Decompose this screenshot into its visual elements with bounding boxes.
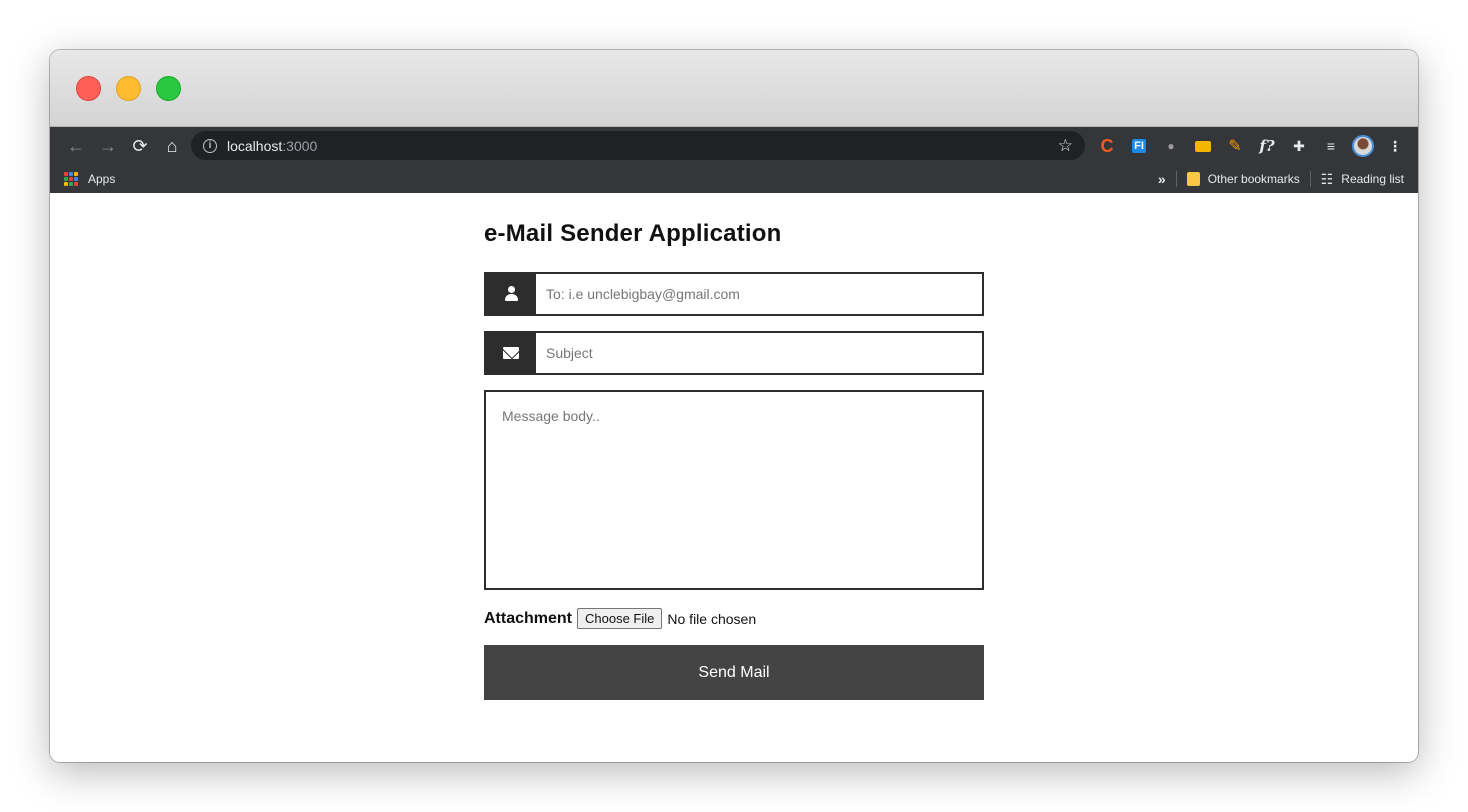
subject-field-group <box>484 331 984 375</box>
address-port: :3000 <box>282 137 318 154</box>
browser-menu-icon[interactable]: ⋮ <box>1382 133 1408 159</box>
extensions-puzzle-icon[interactable]: ✚ <box>1286 133 1312 159</box>
bookmarks-right: » Other bookmarks ☷ Reading list <box>1158 165 1404 193</box>
address-bar[interactable]: i localhost:3000 ☆ <box>191 131 1085 160</box>
ext-font-question-icon[interactable]: f? <box>1254 133 1280 159</box>
ext-folder-icon[interactable] <box>1190 133 1216 159</box>
message-body-textarea[interactable] <box>484 390 984 590</box>
address-host: localhost <box>227 137 283 154</box>
folder-icon <box>1186 172 1200 186</box>
send-mail-button[interactable]: Send Mail <box>484 645 984 700</box>
media-queue-icon[interactable]: ≡ <box>1318 133 1344 159</box>
subject-input[interactable] <box>536 333 982 373</box>
maximize-window-button[interactable] <box>156 76 181 101</box>
ext-c-icon[interactable]: C <box>1094 133 1120 159</box>
envelope-icon <box>486 333 536 373</box>
profile-avatar[interactable] <box>1350 133 1376 159</box>
bookmark-apps[interactable]: Apps <box>64 172 115 186</box>
extensions-area: C FI ● ✎ f? ✚ ≡ ⋮ <box>1094 127 1408 165</box>
apps-grid-icon <box>64 172 78 186</box>
bookmarks-bar: Apps » Other bookmarks ☷ Reading list <box>50 165 1418 193</box>
browser-window: ← → ⟳ ⌂ i localhost:3000 ☆ C FI ● ✎ f? ✚… <box>50 50 1418 762</box>
to-field-group <box>484 272 984 316</box>
ext-pencil-icon[interactable]: ✎ <box>1222 133 1248 159</box>
forward-icon[interactable]: → <box>92 130 124 162</box>
bookmark-star-icon[interactable]: ☆ <box>1058 136 1073 156</box>
title-bar <box>50 50 1418 127</box>
reading-list[interactable]: ☷ Reading list <box>1321 171 1404 188</box>
user-icon <box>486 274 536 314</box>
browser-toolbar: ← → ⟳ ⌂ i localhost:3000 ☆ C FI ● ✎ f? ✚… <box>50 127 1418 165</box>
choose-file-button[interactable]: Choose File <box>577 608 663 629</box>
minimize-window-button[interactable] <box>116 76 141 101</box>
reading-list-icon: ☷ <box>1320 170 1334 187</box>
other-bookmarks[interactable]: Other bookmarks <box>1186 172 1300 186</box>
page-content: e-Mail Sender Application Attachment Cho… <box>50 196 1418 762</box>
reading-list-label: Reading list <box>1341 172 1404 186</box>
attachment-label: Attachment <box>484 609 573 627</box>
attachment-row: Attachment Choose File No file chosen <box>484 608 984 629</box>
file-status-text: No file chosen <box>667 610 757 627</box>
other-bookmarks-label: Other bookmarks <box>1207 172 1300 186</box>
email-form: e-Mail Sender Application Attachment Cho… <box>484 196 984 700</box>
bookmarks-separator <box>1309 171 1311 187</box>
site-info-icon[interactable]: i <box>203 138 217 153</box>
close-window-button[interactable] <box>76 76 101 101</box>
ext-mouse-icon[interactable]: ● <box>1158 133 1184 159</box>
bookmarks-overflow-icon[interactable]: » <box>1158 171 1166 187</box>
ext-fi-icon[interactable]: FI <box>1126 133 1152 159</box>
home-icon[interactable]: ⌂ <box>156 130 188 162</box>
bookmark-apps-label: Apps <box>88 172 116 186</box>
to-input[interactable] <box>536 274 982 314</box>
page-title: e-Mail Sender Application <box>484 220 782 247</box>
bookmarks-separator <box>1175 171 1177 187</box>
back-icon[interactable]: ← <box>60 130 92 162</box>
reload-icon[interactable]: ⟳ <box>124 130 156 162</box>
